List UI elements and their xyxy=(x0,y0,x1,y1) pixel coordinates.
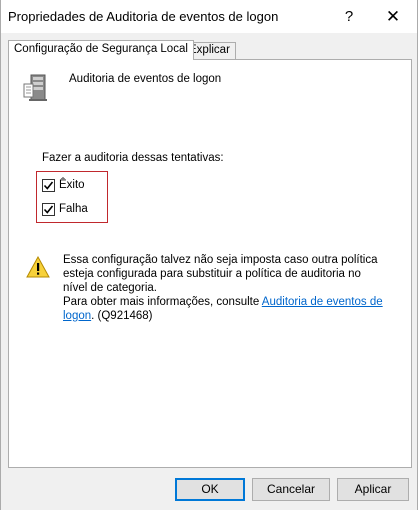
warning-icon xyxy=(26,255,50,278)
more-info-text: Para obter mais informações, consulte xyxy=(63,296,262,308)
failure-checkbox-label[interactable]: Falha xyxy=(59,203,88,215)
apply-button[interactable]: Aplicar xyxy=(337,478,409,501)
warning-text: Essa configuração talvez não seja impost… xyxy=(63,254,378,294)
help-button[interactable]: ? xyxy=(329,3,369,31)
success-checkbox[interactable] xyxy=(42,179,55,192)
audit-options-group: Êxito Falha xyxy=(36,171,108,223)
server-policy-icon xyxy=(22,72,54,104)
audit-attempts-label: Fazer a auditoria dessas tentativas: xyxy=(42,152,224,164)
window-title: Propriedades de Auditoria de eventos de … xyxy=(8,9,279,24)
properties-dialog: Propriedades de Auditoria de eventos de … xyxy=(0,0,418,510)
close-button[interactable]: ✕ xyxy=(373,3,413,31)
policy-name: Auditoria de eventos de logon xyxy=(69,73,222,85)
checkmark-icon xyxy=(43,181,54,190)
ok-button[interactable]: OK xyxy=(175,478,245,501)
cancel-button[interactable]: Cancelar xyxy=(252,478,330,501)
tab-panel: Auditoria de eventos de logon Fazer a au… xyxy=(8,59,412,468)
warning-message: Essa configuração talvez não seja impost… xyxy=(63,253,383,323)
failure-checkbox[interactable] xyxy=(42,203,55,216)
tab-local-security-setting[interactable]: Configuração de Segurança Local xyxy=(8,40,194,60)
kb-reference: . (Q921468) xyxy=(91,310,153,322)
success-checkbox-label[interactable]: Êxito xyxy=(59,179,85,191)
title-bar: Propriedades de Auditoria de eventos de … xyxy=(1,0,417,33)
checkmark-icon xyxy=(43,205,54,214)
